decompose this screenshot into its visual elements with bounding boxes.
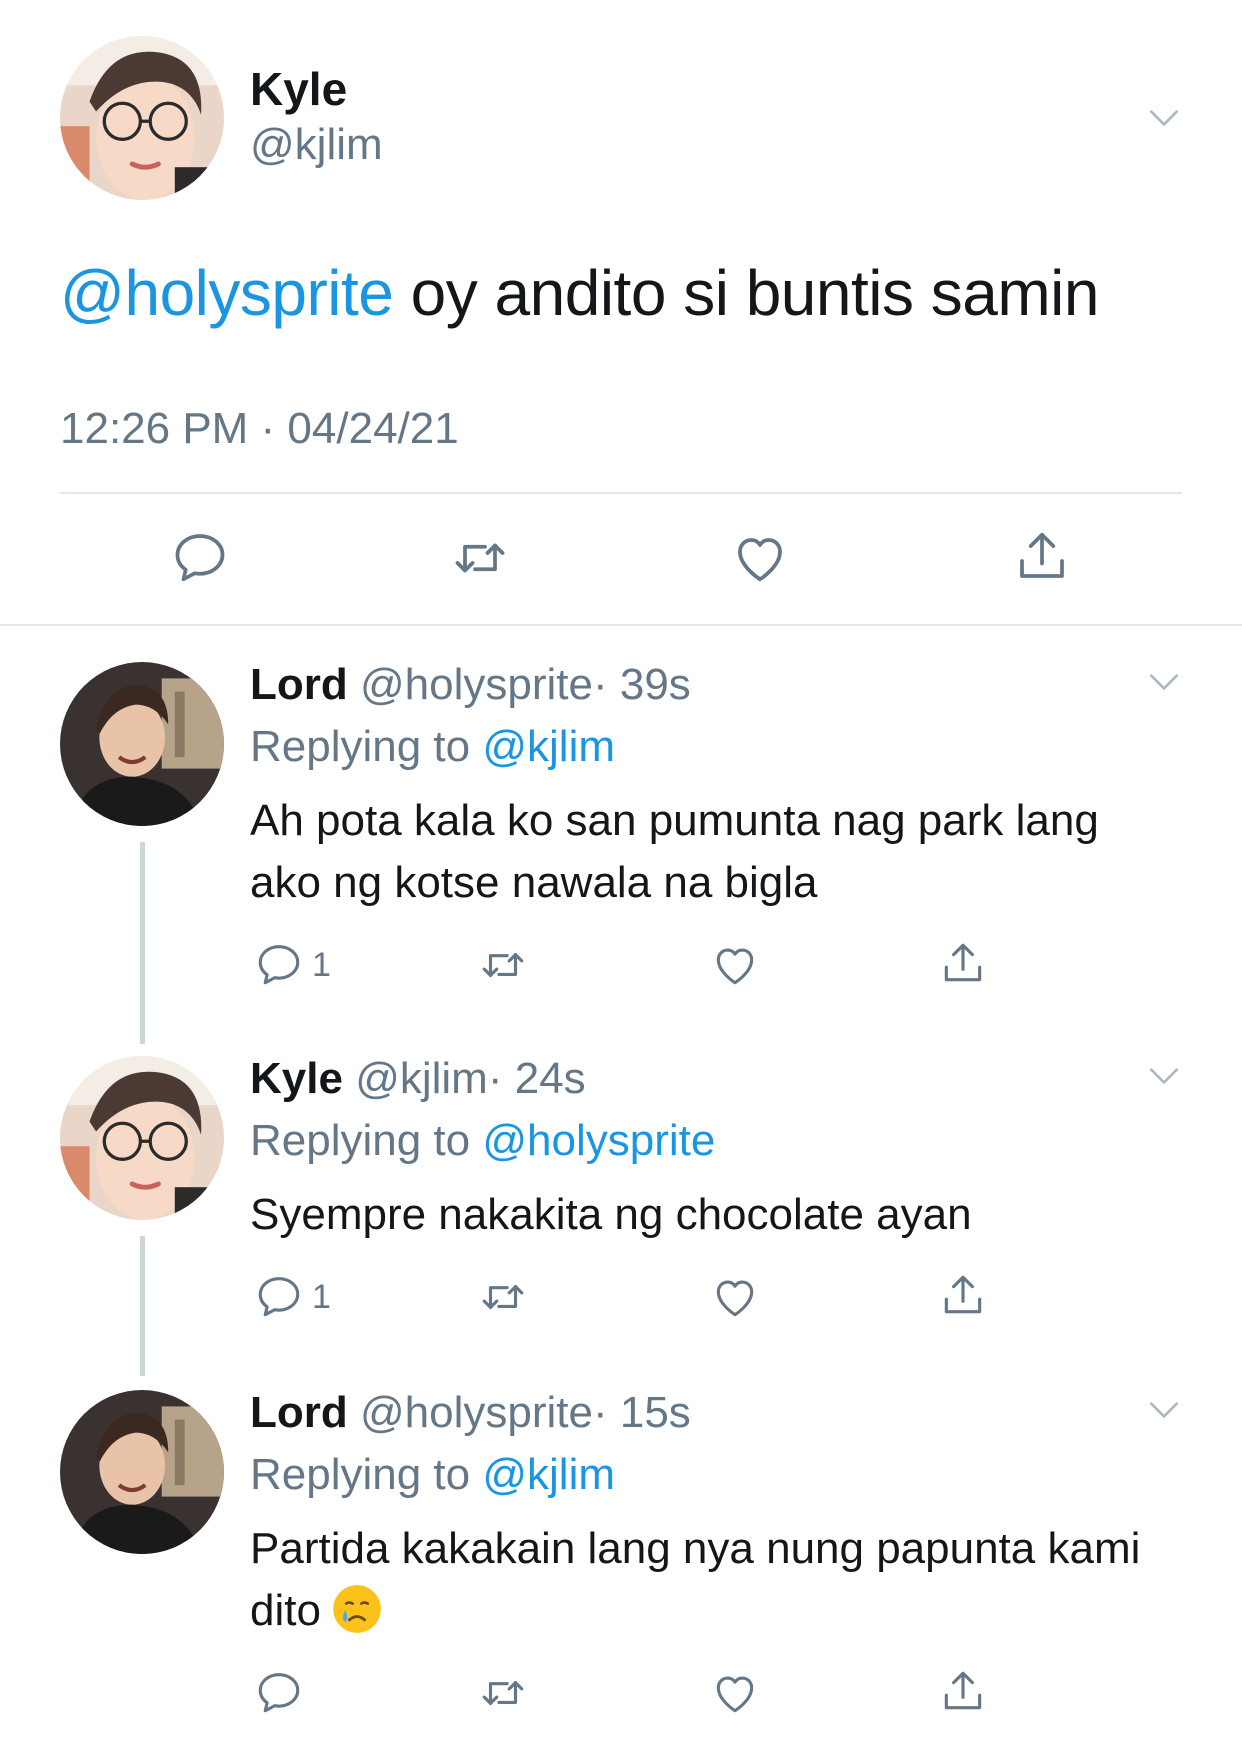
chevron-down-icon[interactable] [1142, 96, 1186, 140]
chevron-down-icon[interactable] [1142, 1054, 1186, 1098]
share-icon [938, 1666, 988, 1716]
reply-icon [254, 1668, 304, 1718]
chevron-down-icon[interactable] [1142, 1388, 1186, 1432]
reply-time: · 24s [487, 1054, 586, 1103]
reply-text: Partida kakakain lang nya nung papunta k… [250, 1518, 1150, 1642]
reply-button[interactable]: 1 [254, 1272, 331, 1322]
reply-count: 1 [312, 1277, 331, 1316]
mention-link[interactable]: @kjlim [482, 1450, 615, 1499]
retweet-button[interactable] [478, 1668, 528, 1718]
share-button[interactable] [938, 1666, 988, 1716]
tweet-text: @holysprite oy andito si buntis samin [60, 256, 1099, 330]
retweet-button[interactable] [450, 528, 510, 588]
reply-header: Kyle @kjlim· 24s [250, 1054, 586, 1104]
share-button[interactable] [938, 1270, 988, 1320]
author-name[interactable]: Lord [250, 1388, 348, 1437]
retweet-button[interactable] [478, 940, 528, 990]
retweet-icon [478, 1272, 528, 1322]
reply-text: Ah pota kala ko san pumunta nag park lan… [250, 796, 1099, 907]
chevron-down-icon[interactable] [1142, 660, 1186, 704]
retweet-button[interactable] [478, 1272, 528, 1322]
like-button[interactable] [710, 1272, 760, 1322]
share-icon [1012, 526, 1072, 586]
reply-header: Lord @holysprite· 39s [250, 660, 691, 710]
mention-link[interactable]: @holysprite [60, 257, 394, 329]
retweet-icon [478, 1668, 528, 1718]
divider [0, 624, 1242, 626]
thread-line [140, 1236, 145, 1376]
avatar[interactable] [60, 662, 224, 826]
avatar[interactable] [60, 36, 224, 200]
like-icon [710, 940, 760, 990]
author-name[interactable]: Kyle [250, 1054, 343, 1103]
crying-face-emoji [333, 1585, 381, 1633]
replying-label: Replying to [250, 722, 483, 771]
share-icon [938, 938, 988, 988]
replying-label: Replying to [250, 1116, 483, 1165]
divider [60, 492, 1182, 494]
replying-label: Replying to [250, 1450, 483, 1499]
reply-button[interactable] [254, 1668, 304, 1718]
replying-to: Replying to @kjlim [250, 1450, 615, 1500]
mention-link[interactable]: @kjlim [482, 722, 615, 771]
retweet-icon [478, 940, 528, 990]
replying-to: Replying to @holysprite [250, 1116, 715, 1166]
reply-button[interactable] [170, 528, 230, 588]
like-icon [710, 1272, 760, 1322]
author-handle[interactable]: @kjlim [355, 1054, 488, 1103]
reply-time: · 15s [592, 1388, 691, 1437]
reply-count: 1 [312, 945, 331, 984]
author-name[interactable]: Kyle [250, 62, 347, 116]
reply-body: Partida kakakain lang nya nung papunta k… [250, 1524, 1141, 1635]
tweet-body: oy andito si buntis samin [393, 257, 1100, 329]
reply-icon [170, 528, 230, 588]
reply-button[interactable]: 1 [254, 940, 331, 990]
share-button[interactable] [938, 938, 988, 988]
reply-header: Lord @holysprite· 15s [250, 1388, 691, 1438]
share-button[interactable] [1012, 526, 1072, 586]
like-button[interactable] [710, 1668, 760, 1718]
author-name[interactable]: Lord [250, 660, 348, 709]
avatar[interactable] [60, 1390, 224, 1554]
mention-link[interactable]: @holysprite [482, 1116, 715, 1165]
reply-icon [254, 940, 304, 990]
author-handle[interactable]: @holysprite [360, 1388, 593, 1437]
like-button[interactable] [710, 940, 760, 990]
tweet-timestamp[interactable]: 12:26 PM · 04/24/21 [60, 404, 459, 454]
author-handle[interactable]: @holysprite [360, 660, 593, 709]
replying-to: Replying to @kjlim [250, 722, 615, 772]
reply-icon [254, 1272, 304, 1322]
thread-line [140, 842, 145, 1044]
share-icon [938, 1270, 988, 1320]
retweet-icon [450, 528, 510, 588]
reply-text: Syempre nakakita ng chocolate ayan [250, 1190, 972, 1239]
like-button[interactable] [730, 528, 790, 588]
reply-time: · 39s [592, 660, 691, 709]
avatar[interactable] [60, 1056, 224, 1220]
like-icon [730, 528, 790, 588]
author-handle[interactable]: @kjlim [250, 120, 383, 170]
like-icon [710, 1668, 760, 1718]
